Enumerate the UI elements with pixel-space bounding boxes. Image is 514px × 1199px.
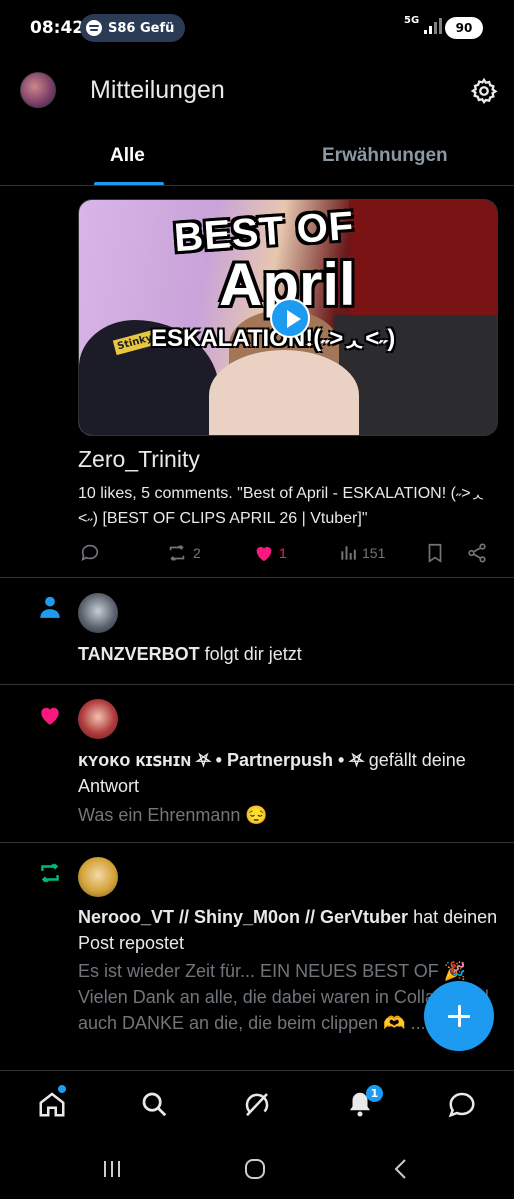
messages-icon[interactable] (447, 1089, 477, 1119)
tab-all[interactable]: Alle (110, 145, 145, 167)
notification-divider (0, 684, 514, 685)
search-icon[interactable] (139, 1089, 169, 1119)
like-count: 1 (279, 545, 287, 561)
repost-icon (41, 863, 59, 883)
notification-divider (0, 577, 514, 578)
system-navigation-bar (0, 1136, 514, 1199)
profile-avatar[interactable] (20, 72, 56, 108)
notification-actor[interactable]: TANZVERBOT (78, 644, 200, 664)
grok-icon[interactable] (242, 1089, 272, 1119)
bookmark-icon (428, 543, 442, 563)
notification-divider (0, 842, 514, 843)
reply-icon (81, 544, 99, 561)
notification-preview[interactable]: Was ein Ehrenmann 😔 (78, 802, 498, 828)
thumbnail-art-character-center (209, 350, 359, 435)
views-count: 151 (362, 545, 386, 561)
back-icon[interactable] (390, 1158, 412, 1180)
status-time: 08:42 (30, 18, 85, 38)
avatar-nerooo-vt[interactable] (78, 857, 118, 897)
bookmark-button[interactable] (424, 542, 446, 564)
compose-plus-button[interactable] (424, 981, 494, 1051)
play-icon[interactable] (270, 298, 310, 338)
share-icon (468, 543, 486, 563)
battery-level: 90 (455, 21, 473, 35)
media-label: S86 Gefü (108, 20, 175, 36)
notification-repost-text[interactable]: Nerooo_VT // Shiny_M0on // GerVtuber hat… (78, 904, 498, 956)
notification-follow-text[interactable]: TANZVERBOT folgt dir jetzt (78, 641, 498, 667)
views-chart-icon (341, 546, 356, 560)
repost-icon (169, 545, 185, 561)
heart-filled-icon (256, 546, 272, 562)
home-new-dot (58, 1085, 66, 1093)
spotify-icon (86, 20, 102, 36)
tabs-divider (0, 185, 514, 186)
media-playing-pill[interactable]: S86 Gefü (80, 14, 185, 42)
signal-icon (424, 18, 442, 34)
bottom-navigation: 1 (0, 1070, 514, 1136)
reply-button[interactable] (79, 542, 105, 564)
notification-actor[interactable]: ᴋʏᴏᴋᴏ ᴋɪꜱʜɪɴ ⛧ • Partnerpush • ⛧ (78, 750, 364, 770)
notification-actor[interactable]: Nerooo_VT // Shiny_M0on // GerVtuber (78, 907, 408, 927)
repost-count: 2 (193, 545, 201, 561)
battery-indicator: 90 (445, 17, 483, 39)
post-description: 10 likes, 5 comments. "Best of April - E… (78, 485, 486, 527)
avatar-tanzverbot[interactable] (78, 593, 118, 633)
tab-mentions[interactable]: Erwähnungen (322, 145, 448, 167)
thumbnail-art-red (349, 200, 497, 320)
recent-apps-icon[interactable] (101, 1158, 123, 1180)
share-button[interactable] (466, 542, 488, 564)
settings-gear-icon[interactable] (470, 77, 498, 105)
page-title: Mitteilungen (90, 76, 225, 104)
status-bar: 08:42 S86 Gefü 5G 90 (0, 0, 514, 56)
post-author[interactable]: Zero_Trinity (78, 446, 200, 473)
notification-like-text[interactable]: ᴋʏᴏᴋᴏ ᴋɪꜱʜɪɴ ⛧ • Partnerpush • ⛧ gefällt… (78, 747, 498, 799)
repost-button[interactable]: 2 (165, 542, 201, 564)
views-button[interactable]: 151 (338, 542, 385, 564)
video-thumbnail[interactable]: Stinky BEST OF April ESKALATION!(˶˃ᆺ˂˶) (78, 199, 498, 436)
heart-icon (41, 707, 59, 725)
home-icon[interactable] (37, 1089, 67, 1119)
home-button-icon[interactable] (244, 1158, 266, 1180)
notification-count-badge: 1 (366, 1085, 383, 1102)
person-icon (40, 596, 60, 618)
like-button[interactable]: 1 (253, 542, 287, 564)
avatar-kyoko-kishin[interactable] (78, 699, 118, 739)
network-type: 5G (404, 15, 420, 26)
notification-action: folgt dir jetzt (199, 644, 302, 664)
